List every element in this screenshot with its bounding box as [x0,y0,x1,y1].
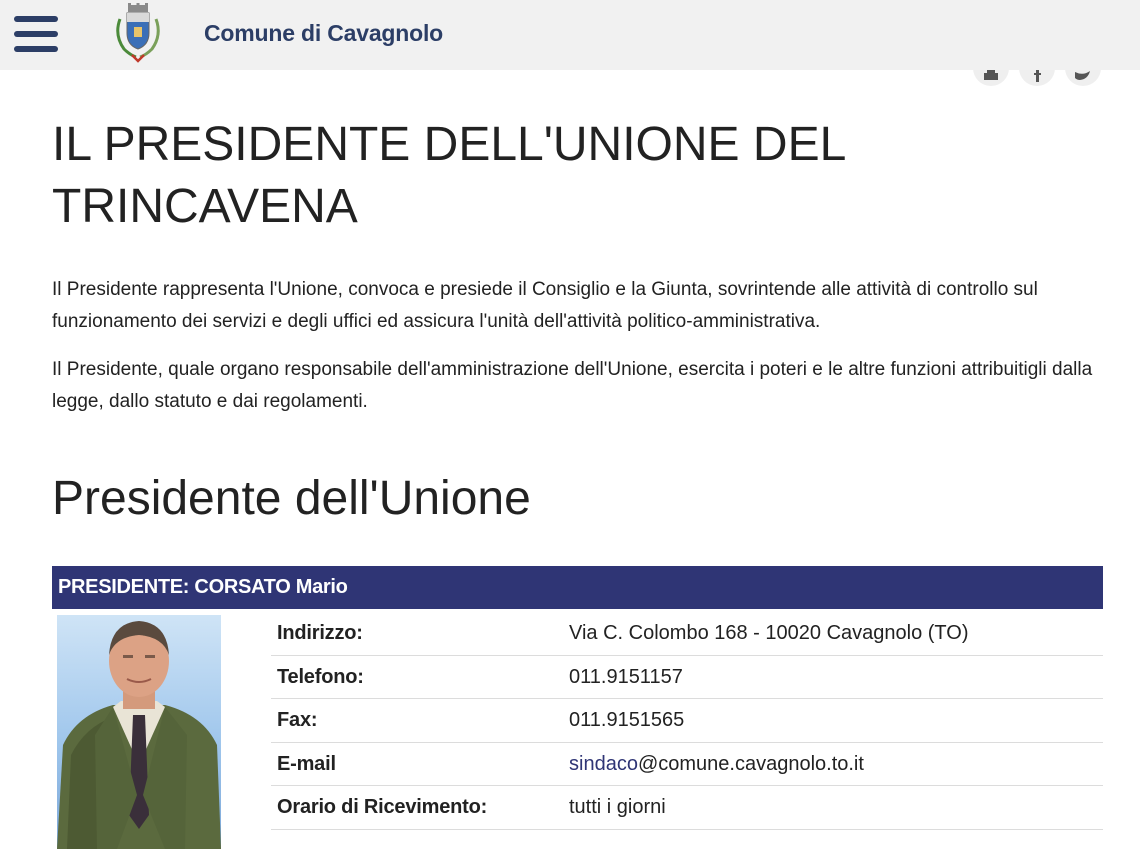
hamburger-line [14,16,58,22]
info-label: Telefono: [277,665,364,688]
description-paragraph: Il Presidente, quale organo responsabile… [52,359,1093,412]
info-label: E-mail [277,752,336,775]
site-title[interactable]: Comune di Cavagnolo [204,20,443,47]
president-photo [57,615,221,849]
info-value: Via C. Colombo 168 - 10020 Cavagnolo (TO… [569,622,969,644]
info-value: tutti i giorni [569,796,666,818]
info-label: Orario di Ricevimento: [277,796,488,818]
description-paragraph: Il Presidente rappresenta l'Unione, conv… [52,279,1038,332]
info-row-email: E-mail sindaco@comune.cavagnolo.to.it [271,743,1103,786]
info-value: 011.9151565 [569,709,685,731]
info-row-phone: Telefono: 011.9151157 [271,656,1103,699]
info-label: Fax: [277,709,318,731]
top-bar: Comune di Cavagnolo [0,0,1140,70]
info-row-address: Indirizzo: Via C. Colombo 168 - 10020 Ca… [271,612,1103,656]
email-link[interactable]: sindaco [569,753,638,775]
section-title: Presidente dell'Unione [52,472,531,525]
info-row-hours: Orario di Ricevimento: tutti i giorni [271,786,1103,830]
info-value: sindaco@comune.cavagnolo.to.it [569,743,864,786]
hamburger-icon[interactable] [14,16,58,52]
hamburger-line [14,31,58,37]
email-domain: @comune.cavagnolo.to.it [637,752,864,775]
info-label: Indirizzo: [277,622,363,644]
page-title: IL PRESIDENTE DELL'UNIONE DEL TRINCAVENA [52,118,845,233]
president-info-table: Indirizzo: Via C. Colombo 168 - 10020 Ca… [271,612,1103,830]
coat-of-arms-icon[interactable] [110,3,166,63]
info-row-fax: Fax: 011.9151565 [271,699,1103,743]
president-card-header: PRESIDENTE: CORSATO Mario [52,566,1103,609]
info-value: 011.9151157 [569,665,683,688]
hamburger-line [14,46,58,52]
